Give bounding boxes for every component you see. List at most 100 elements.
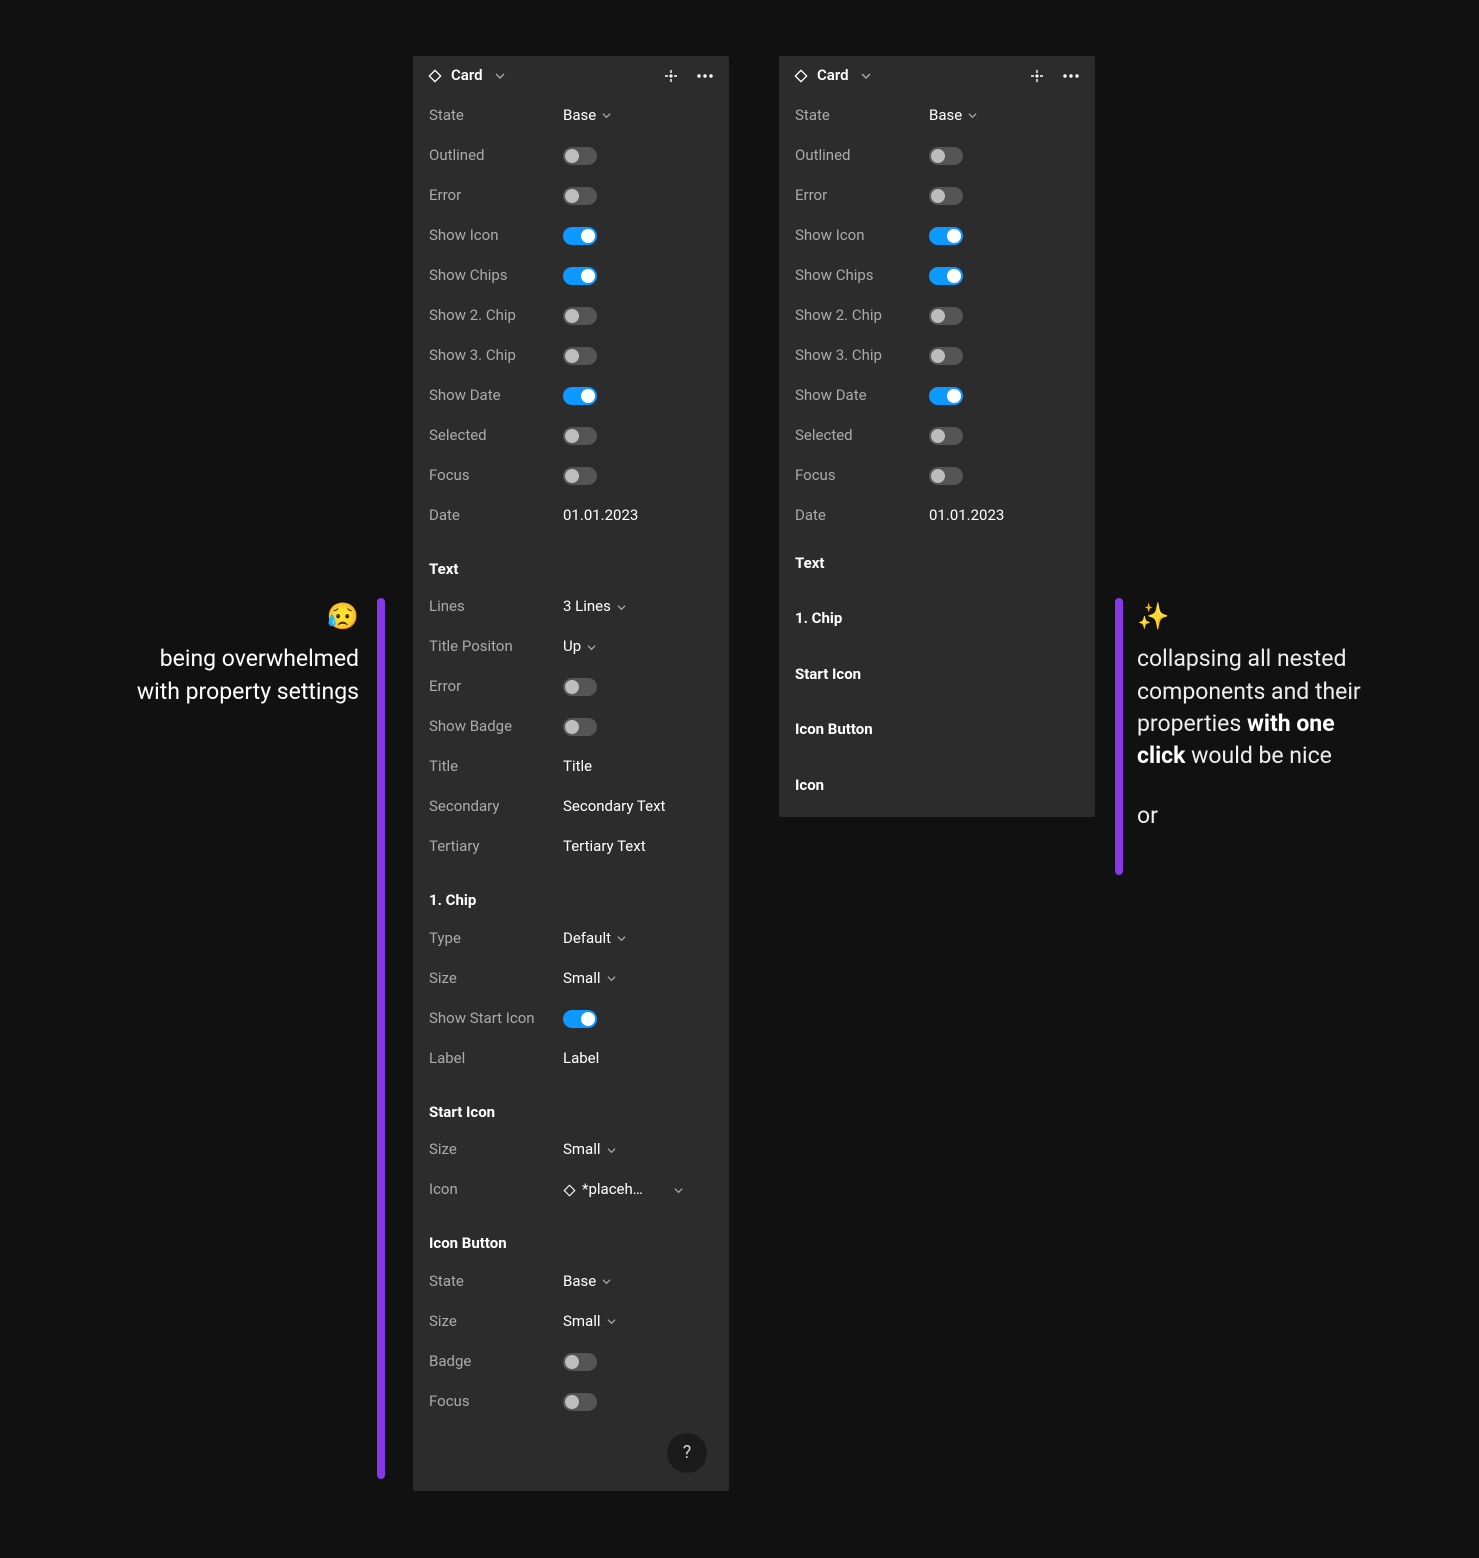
chip-type-select[interactable]: Default: [563, 929, 626, 949]
more-icon[interactable]: [697, 68, 713, 84]
ib-state-select[interactable]: Base: [563, 1272, 611, 1292]
component-icon: [793, 68, 809, 84]
chip-starticon-label: Show Start Icon: [429, 1009, 563, 1029]
starticon-icon-select[interactable]: *placeh…: [563, 1180, 683, 1200]
accent-bar-right: [1115, 598, 1123, 875]
section-chip1[interactable]: 1. Chip: [413, 867, 729, 919]
show-icon-toggle[interactable]: [563, 227, 597, 245]
date-label: Date: [429, 506, 563, 526]
show-chip2-toggle[interactable]: [563, 307, 597, 325]
outlined-toggle-r[interactable]: [929, 147, 963, 165]
state-label: State: [429, 106, 563, 126]
show-date-toggle-r[interactable]: [929, 387, 963, 405]
starticon-icon-label: Icon: [429, 1180, 563, 1200]
panel-expanded: Card State Base Outlined Error Show Icon…: [413, 56, 729, 1491]
ib-focus-toggle[interactable]: [563, 1393, 597, 1411]
section-icon-button[interactable]: Icon Button: [413, 1210, 729, 1262]
show-chip2-label: Show 2. Chip: [429, 306, 563, 326]
show-chip3-toggle[interactable]: [563, 347, 597, 365]
selected-label-r: Selected: [795, 426, 929, 446]
chip-size-select[interactable]: Small: [563, 969, 616, 989]
chip-starticon-toggle[interactable]: [563, 1010, 597, 1028]
caption-right: ✨ collapsing all nested components and t…: [1137, 599, 1369, 832]
collapsed-start-icon[interactable]: Start Icon: [779, 647, 1095, 703]
collapsed-icon[interactable]: Icon: [779, 758, 1095, 818]
title-label: Title: [429, 757, 563, 777]
row-state: State Base: [413, 96, 729, 136]
outlined-toggle[interactable]: [563, 147, 597, 165]
selected-toggle-r[interactable]: [929, 427, 963, 445]
target-icon[interactable]: [663, 68, 679, 84]
error-toggle[interactable]: [563, 187, 597, 205]
collapsed-chip1[interactable]: 1. Chip: [779, 591, 1095, 647]
error-label: Error: [429, 186, 563, 206]
date-value[interactable]: 01.01.2023: [563, 506, 638, 526]
show-date-toggle[interactable]: [563, 387, 597, 405]
ib-focus-label: Focus: [429, 1392, 563, 1412]
show-chips-label-r: Show Chips: [795, 266, 929, 286]
show-badge-toggle[interactable]: [563, 718, 597, 736]
title-pos-select[interactable]: Up: [563, 637, 596, 657]
target-icon[interactable]: [1029, 68, 1045, 84]
component-icon: [427, 68, 443, 84]
secondary-value[interactable]: Secondary Text: [563, 797, 665, 817]
chevron-down-icon[interactable]: [861, 71, 871, 81]
show-chips-label: Show Chips: [429, 266, 563, 286]
chip-size-label: Size: [429, 969, 563, 989]
show-date-label-r: Show Date: [795, 386, 929, 406]
ib-state-label: State: [429, 1272, 563, 1292]
show-date-label: Show Date: [429, 386, 563, 406]
starticon-size-select[interactable]: Small: [563, 1140, 616, 1160]
show-chip3-toggle-r[interactable]: [929, 347, 963, 365]
focus-toggle[interactable]: [563, 467, 597, 485]
section-text[interactable]: Text: [413, 536, 729, 588]
chevron-down-icon[interactable]: [495, 71, 505, 81]
panel-title-right[interactable]: Card: [817, 66, 849, 86]
secondary-label: Secondary: [429, 797, 563, 817]
focus-label-r: Focus: [795, 466, 929, 486]
more-icon[interactable]: [1063, 68, 1079, 84]
section-start-icon[interactable]: Start Icon: [413, 1079, 729, 1131]
show-icon-toggle-r[interactable]: [929, 227, 963, 245]
state-select-r[interactable]: Base: [929, 106, 977, 126]
emoji-sad: 😥: [134, 599, 359, 635]
accent-bar-left: [377, 598, 385, 1479]
show-chips-toggle-r[interactable]: [929, 267, 963, 285]
error-toggle-r[interactable]: [929, 187, 963, 205]
emoji-sparkles: ✨: [1137, 599, 1369, 635]
date-value-r[interactable]: 01.01.2023: [929, 506, 1004, 526]
panel-header-right: Card: [779, 56, 1095, 96]
collapsed-text[interactable]: Text: [779, 536, 1095, 592]
panel-title[interactable]: Card: [451, 66, 483, 86]
ib-size-select[interactable]: Small: [563, 1312, 616, 1332]
caption-left: 😥 being overwhelmed with property settin…: [134, 599, 359, 708]
title-value[interactable]: Title: [563, 757, 592, 777]
show-chip2-toggle-r[interactable]: [929, 307, 963, 325]
starticon-size-label: Size: [429, 1140, 563, 1160]
ib-badge-label: Badge: [429, 1352, 563, 1372]
state-label-r: State: [795, 106, 929, 126]
tertiary-value[interactable]: Tertiary Text: [563, 837, 646, 857]
text-error-toggle[interactable]: [563, 678, 597, 696]
show-chip2-label-r: Show 2. Chip: [795, 306, 929, 326]
collapsed-icon-button[interactable]: Icon Button: [779, 702, 1095, 758]
title-pos-label: Title Positon: [429, 637, 563, 657]
outlined-label-r: Outlined: [795, 146, 929, 166]
ib-badge-toggle[interactable]: [563, 1353, 597, 1371]
caption-right-post: would be nice: [1185, 742, 1331, 769]
help-button[interactable]: ?: [667, 1433, 707, 1473]
text-error-label: Error: [429, 677, 563, 697]
chip-label-value[interactable]: Label: [563, 1049, 599, 1069]
outlined-label: Outlined: [429, 146, 563, 166]
selected-label: Selected: [429, 426, 563, 446]
focus-toggle-r[interactable]: [929, 467, 963, 485]
ib-size-label: Size: [429, 1312, 563, 1332]
show-chips-toggle[interactable]: [563, 267, 597, 285]
panel-header: Card: [413, 56, 729, 96]
show-badge-label: Show Badge: [429, 717, 563, 737]
selected-toggle[interactable]: [563, 427, 597, 445]
lines-select[interactable]: 3 Lines: [563, 597, 626, 617]
show-icon-label: Show Icon: [429, 226, 563, 246]
state-select[interactable]: Base: [563, 106, 611, 126]
date-label-r: Date: [795, 506, 929, 526]
